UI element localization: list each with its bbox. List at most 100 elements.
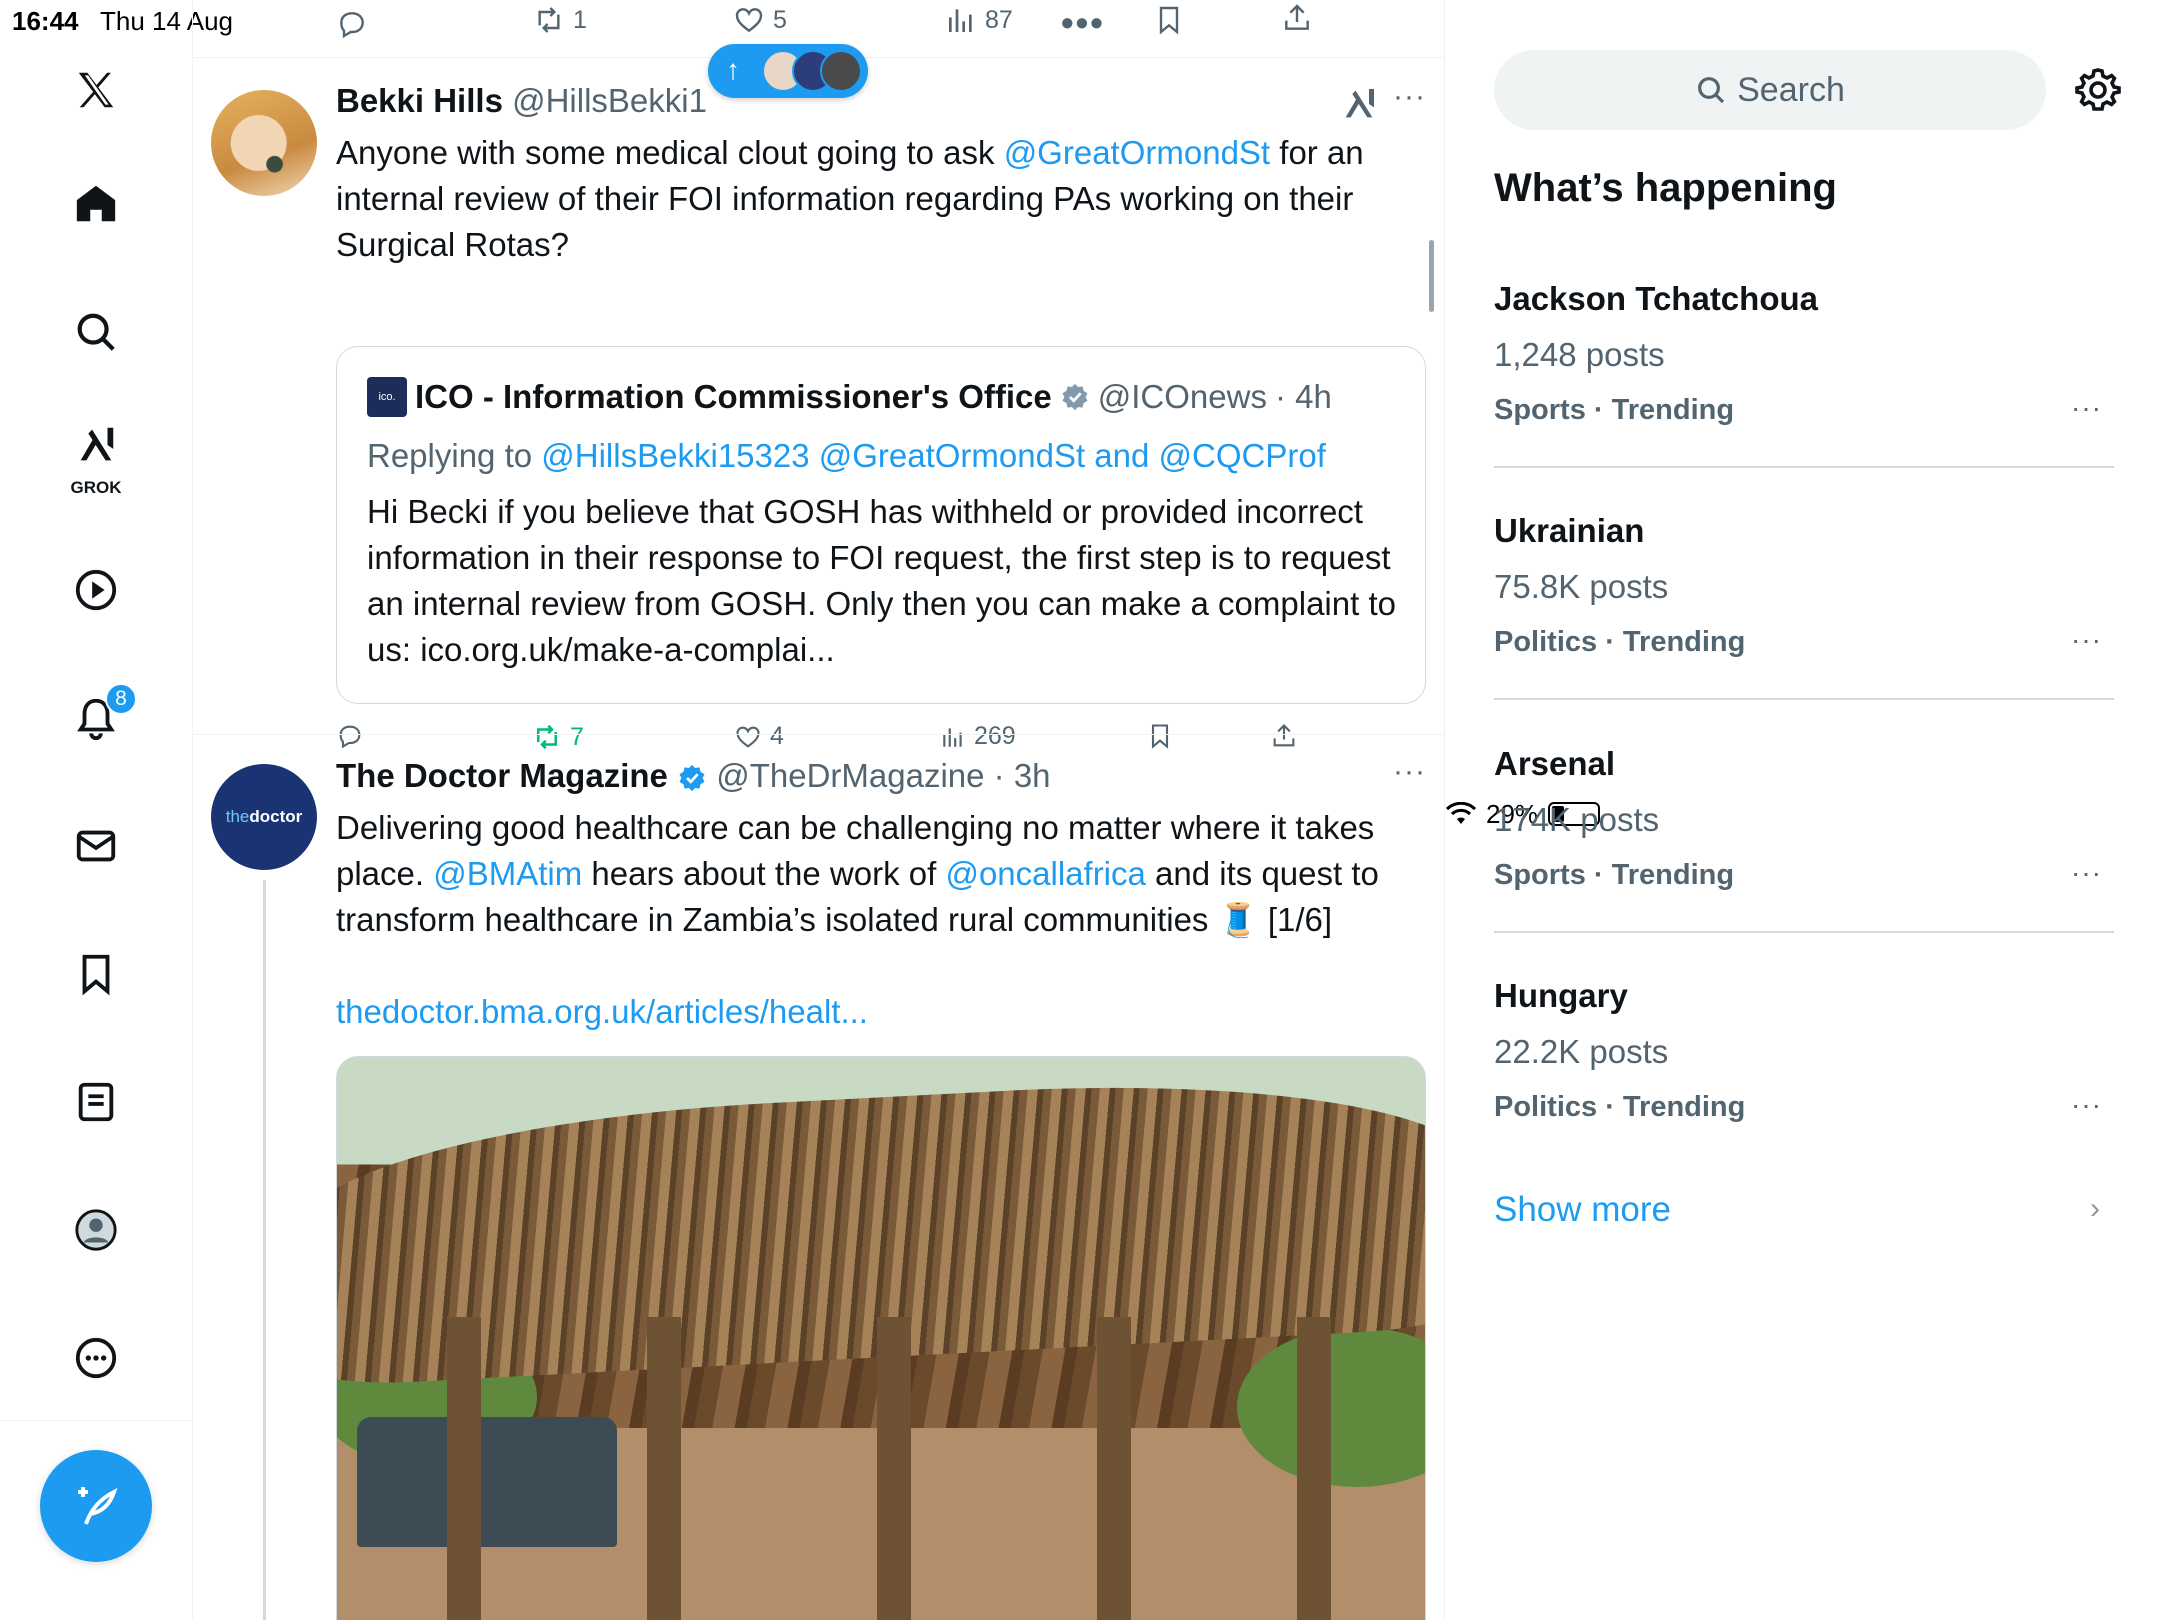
tweet-text-part: hears about the work of [582,855,946,892]
thread-line [263,880,266,1620]
trend-item[interactable]: Hungary 22.2K posts Politics · Trending … [1494,977,2114,1209]
more-icon[interactable] [58,1320,134,1396]
tweet-text: Anyone with some medical clout going to … [336,130,1416,268]
quote-time: · 4h [1274,378,1332,415]
trend-count: 1,248 posts [1494,336,1665,373]
show-more-link[interactable]: Show more [1494,1190,1671,1230]
video-icon[interactable] [58,552,134,628]
tweet-image[interactable] [336,1056,1426,1620]
share-button[interactable] [1281,2,1313,34]
trend-divider [1494,931,2114,933]
tweet-header: Bekki Hills @HillsBekki1 [336,82,707,120]
trend-divider [1494,698,2114,700]
trend-more-icon[interactable]: ··· [2071,1089,2102,1121]
left-navigation: GROK 8 [0,0,193,1620]
more-dots-icon[interactable]: ••• [1061,2,1105,44]
grok-icon[interactable] [1339,84,1379,124]
trend-category: Sports · Trending [1494,394,1735,426]
scrollbar[interactable] [1429,240,1434,312]
avatar[interactable] [211,90,317,196]
author-name[interactable]: The Doctor Magazine [336,757,668,794]
tweet-bekki[interactable]: Bekki Hills @HillsBekki1 ··· Anyone with… [193,58,1444,751]
replying-to-links[interactable]: @HillsBekki15323 @GreatOrmondSt and @CQC… [541,437,1326,474]
arrow-up-icon: ↑ [726,54,740,85]
verified-icon [679,765,705,792]
search-input[interactable]: Search [1494,50,2046,130]
trend-item[interactable]: Ukrainian 75.8K posts Politics · Trendin… [1494,512,2114,744]
like-button[interactable]: 5 [733,4,787,36]
tweet-text: Delivering good healthcare can be challe… [336,805,1416,943]
author-handle[interactable]: @TheDrMagazine [716,757,984,794]
trend-category: Politics · Trending [1494,1091,1746,1123]
chevron-right-icon: › [2090,1192,2100,1225]
trend-more-icon[interactable]: ··· [2071,857,2102,889]
replying-to: Replying to @HillsBekki15323 @GreatOrmon… [367,437,1326,475]
quoted-tweet[interactable]: ico. ICO - Information Commissioner's Of… [336,346,1426,704]
profile-icon[interactable] [58,1192,134,1268]
mention-link[interactable]: @BMAtim [433,855,582,892]
verified-gray-icon [1062,383,1088,411]
avatar[interactable]: the doctor [211,764,317,870]
whats-happening-heading: What’s happening [1494,166,1837,210]
x-logo-icon[interactable] [58,52,134,128]
search-icon[interactable] [58,294,134,370]
trend-count: 75.8K posts [1494,568,1669,605]
quote-header: ico. ICO - Information Commissioner's Of… [367,377,1332,417]
retweet-icon [538,7,560,33]
author-handle[interactable]: @HillsBekki1 [512,82,707,119]
trend-name: Ukrainian [1494,512,1645,549]
bookmark-button[interactable] [1153,4,1185,36]
tweet-more-icon[interactable]: ··· [1393,80,1426,114]
retweet-button[interactable]: 1 [533,4,587,36]
grok-icon[interactable] [58,414,134,476]
retweet-count: 1 [573,5,587,34]
bookmark-icon [1159,6,1179,35]
article-link[interactable]: thedoctor.bma.org.uk/articles/healt... [336,989,1416,1035]
views-button[interactable]: 87 [945,4,1013,36]
trend-more-icon[interactable]: ··· [2071,392,2102,424]
image-post [647,1317,681,1620]
mail-icon[interactable] [58,808,134,884]
ico-logo: ico. [367,377,407,417]
reply-icon [340,12,364,39]
share-icon [1285,4,1309,30]
heart-icon [735,8,763,33]
tweet-more-icon[interactable]: ··· [1393,755,1426,789]
trend-name: Arsenal [1494,745,1616,782]
views-count: 87 [985,5,1013,34]
trend-item[interactable]: Jackson Tchatchoua 1,248 posts Sports · … [1494,280,2114,512]
quote-author-name: ICO - Information Commissioner's Office [415,378,1052,415]
feather-plus-icon [78,1487,118,1525]
tweet-time[interactable]: · 3h [994,757,1051,794]
trend-divider [1494,466,2114,468]
trend-count: 174K posts [1494,801,1660,838]
reply-button[interactable] [336,8,368,40]
author-name[interactable]: Bekki Hills [336,82,503,119]
new-posts-pill[interactable]: ↑ [708,44,868,98]
quote-author-handle: @ICOnews [1097,378,1267,415]
trend-category: Sports · Trending [1494,859,1735,891]
compose-button[interactable] [40,1450,152,1562]
timeline: 1 5 87 ••• Bekki Hills @HillsBekki1 ··· … [193,0,1445,1620]
trend-more-icon[interactable]: ··· [2071,624,2102,656]
like-count: 5 [773,5,787,34]
gear-icon[interactable] [2074,66,2122,114]
avatar-text-the: the [225,807,250,826]
lists-icon[interactable] [58,1064,134,1140]
trend-count: 22.2K posts [1494,1033,1669,1070]
image-post [877,1317,911,1620]
mention-link[interactable]: @oncallafrica [945,855,1145,892]
search-placeholder: Search [1737,70,1845,109]
grok-label: GROK [70,478,122,497]
trend-item[interactable]: Arsenal 174K posts Sports · Trending ··· [1494,745,2114,977]
right-sidebar: Search What’s happening Jackson Tchatcho… [1446,0,2160,1620]
avatar-text-doctor: doctor [249,807,303,826]
image-post [1297,1317,1331,1620]
trend-name: Hungary [1494,977,1628,1014]
bookmark-icon[interactable] [58,936,134,1012]
mention-link[interactable]: @GreatOrmondSt [1004,134,1270,171]
home-icon[interactable] [58,166,134,242]
tweet-text-part: Anyone with some medical clout going to … [336,134,1004,171]
tweet-header: The Doctor Magazine @TheDrMagazine · 3h [336,757,1051,795]
trend-category: Politics · Trending [1494,626,1746,658]
